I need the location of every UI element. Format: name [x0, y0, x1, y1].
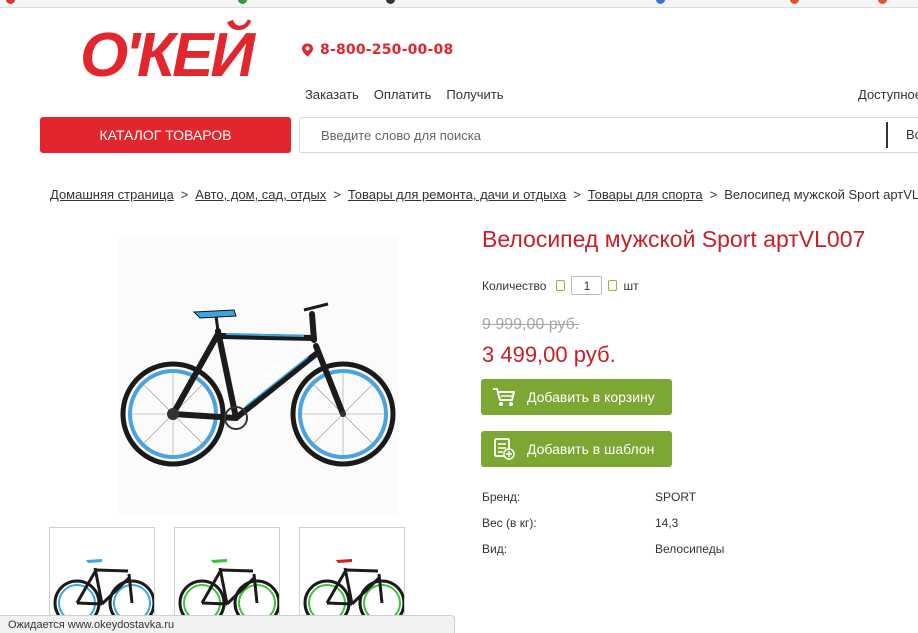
spec-row: Вид: Велосипеды: [482, 542, 724, 568]
nav-order[interactable]: Заказать: [305, 87, 359, 102]
product-specs: Бренд: SPORT Вес (в кг): 14,3 Вид: Велос…: [482, 490, 724, 568]
delivery-link[interactable]: Доступное: [858, 87, 918, 102]
phone-block[interactable]: 8-800-250-00-08: [301, 42, 453, 58]
bookmarks-bar: [0, 0, 918, 8]
product-main-image[interactable]: SPORT: [118, 236, 398, 514]
add-to-cart-button[interactable]: Добавить в корзину: [481, 379, 672, 415]
okey-logo[interactable]: О'КЕЙ: [60, 18, 272, 84]
bookmark-icon[interactable]: [386, 0, 395, 4]
search-input[interactable]: [300, 118, 860, 152]
product-title: Велосипед мужской Sport артVL007: [482, 226, 866, 252]
current-price: 3 499,00 руб.: [482, 342, 616, 367]
breadcrumb-separator: >: [573, 187, 581, 202]
nav-pay[interactable]: Оплатить: [374, 87, 432, 102]
logo-text: О'КЕЙ: [80, 19, 256, 84]
quantity-decrement-button[interactable]: [556, 280, 566, 291]
catalog-button[interactable]: КАТАЛОГ ТОВАРОВ: [40, 117, 291, 153]
add-to-template-label: Добавить в шаблон: [527, 441, 655, 457]
browser-status-bar: Ожидается www.okeydostavka.ru: [0, 615, 455, 633]
spec-key: Вес (в кг):: [482, 516, 537, 530]
spec-value: 14,3: [655, 516, 679, 530]
spec-key: Бренд:: [482, 490, 521, 504]
quantity-row: Количество шт: [482, 276, 639, 295]
bookmark-icon[interactable]: [878, 0, 887, 4]
breadcrumb-home[interactable]: Домашняя страница: [50, 187, 174, 202]
list-add-icon: [481, 438, 527, 460]
breadcrumb: Домашняя страница > Авто, дом, сад, отдых >…: [50, 187, 918, 202]
quantity-unit: шт: [623, 278, 639, 293]
bookmark-icon[interactable]: [238, 0, 247, 4]
breadcrumb-repair[interactable]: Товары для ремонта, дачи и отдыха: [348, 187, 566, 202]
quantity-label: Количество: [482, 278, 547, 293]
add-to-template-button[interactable]: Добавить в шаблон: [481, 431, 672, 467]
spec-key: Вид:: [482, 542, 508, 556]
search-divider: [886, 122, 888, 148]
nav-receive[interactable]: Получить: [446, 87, 503, 102]
breadcrumb-current: Велосипед мужской Sport артVL007: [724, 187, 918, 202]
bookmark-icon[interactable]: [656, 0, 665, 4]
top-nav: Заказать Оплатить Получить: [305, 87, 504, 102]
phone-pin-icon: [302, 43, 313, 57]
bookmark-icon[interactable]: [6, 0, 15, 4]
bookmark-icon[interactable]: [790, 0, 799, 4]
breadcrumb-separator: >: [180, 187, 189, 202]
spec-value: Велосипеды: [655, 542, 725, 556]
old-price: 9 999,00 руб.: [482, 316, 580, 333]
add-to-cart-label: Добавить в корзину: [527, 389, 655, 405]
phone-number[interactable]: 8-800-250-00-08: [320, 42, 453, 58]
breadcrumb-sport[interactable]: Товары для спорта: [588, 187, 703, 202]
cart-icon: [481, 387, 527, 407]
search-button[interactable]: Во: [906, 127, 918, 142]
breadcrumb-separator: >: [709, 187, 718, 202]
search-box: Во: [299, 117, 918, 153]
spec-value: SPORT: [655, 490, 697, 504]
breadcrumb-separator: >: [333, 187, 341, 202]
spec-row: Вес (в кг): 14,3: [482, 516, 724, 542]
spec-row: Бренд: SPORT: [482, 490, 724, 516]
breadcrumb-auto-home[interactable]: Авто, дом, сад, отдых: [195, 187, 326, 202]
quantity-increment-button[interactable]: [608, 280, 618, 291]
bicycle-image: SPORT: [120, 302, 396, 467]
quantity-input[interactable]: [571, 276, 603, 295]
